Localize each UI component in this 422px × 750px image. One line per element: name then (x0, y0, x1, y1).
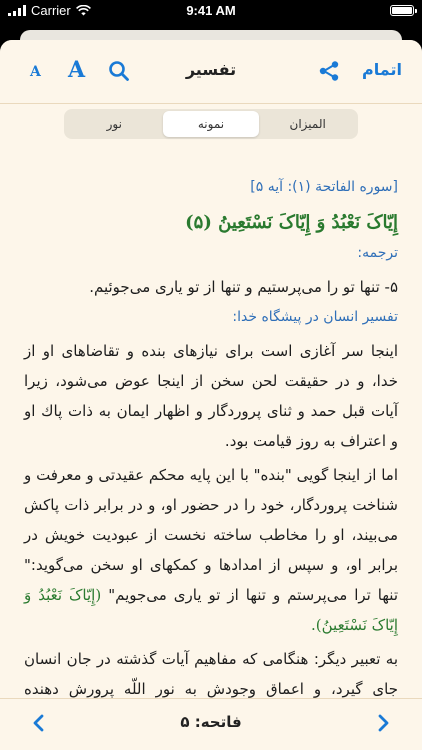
next-verse-button[interactable] (372, 712, 394, 734)
navigation-bar: A A تفسیر اتمام (0, 40, 422, 104)
share-icon (319, 61, 339, 81)
chevron-right-icon (378, 714, 389, 732)
status-time: 9:41 AM (186, 3, 236, 18)
tab-noor[interactable]: نور (66, 111, 163, 137)
translation-heading: ترجمه: (357, 245, 398, 261)
status-bar: Carrier 9:41 AM (0, 0, 422, 22)
current-verse-label: فاتحه: ۵ (180, 713, 242, 731)
bottom-toolbar: فاتحه: ۵ (0, 698, 422, 750)
page-title: تفسیر (185, 60, 237, 79)
paragraph-text: اما از اینجا گویی "بنده" با این پایه محک… (24, 466, 398, 604)
section-heading: تفسیر انسان در پیشگاه خدا: (232, 309, 398, 325)
tafsir-source-tabs: المیزان نمونه نور (64, 109, 358, 139)
tafsir-sheet: A A تفسیر اتمام المیزان نمونه نور [سوره … (0, 40, 422, 750)
verse-text: إِیّاکَ نَعْبُدُ وَ إِیّاکَ نَسْتَعِینُ … (185, 212, 398, 233)
tafsir-content: [سوره الفاتحة (۱): آیه ۵] إِیّاکَ نَعْبُ… (24, 172, 398, 734)
done-button[interactable]: اتمام (362, 60, 402, 79)
share-button[interactable] (318, 60, 340, 82)
translation-text: ۵- تنها تو را می‌پرستیم و تنها از تو یار… (89, 278, 398, 296)
battery-icon (390, 5, 417, 16)
tab-almizan[interactable]: المیزان (259, 111, 356, 137)
tab-nemooneh[interactable]: نمونه (162, 111, 260, 137)
tafsir-paragraph: اینجا سر آغازی است برای نیازهای بنده و ت… (24, 342, 398, 450)
tafsir-paragraph: اما از اینجا گویی "بنده" با این پایه محک… (24, 460, 398, 640)
verse-reference: [سوره الفاتحة (۱): آیه ۵] (250, 179, 398, 195)
